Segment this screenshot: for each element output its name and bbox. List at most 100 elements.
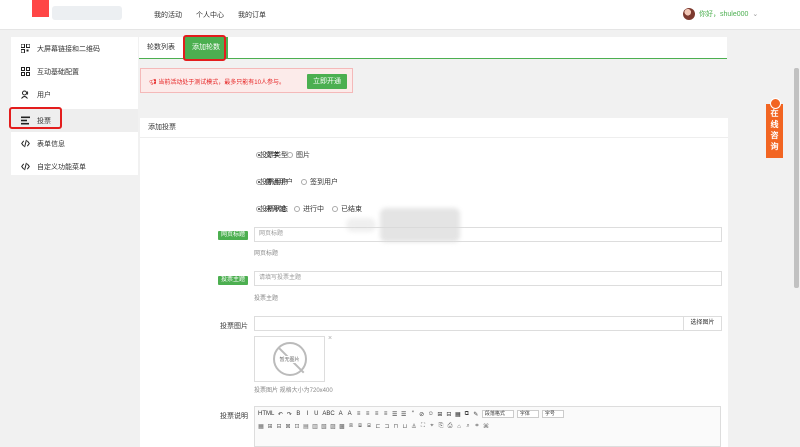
user-menu[interactable]: 你好，shule000 ⌄	[683, 8, 758, 20]
editor-select[interactable]: 字体	[516, 410, 539, 418]
sidebar-item-users[interactable]: 用户	[11, 83, 138, 106]
editor-tool-button[interactable]: ⧉	[464, 411, 470, 418]
nav-personal-center[interactable]: 个人中心	[196, 10, 224, 20]
editor-tool-button[interactable]: A	[347, 411, 353, 417]
tab-round-list[interactable]: 轮数列表	[139, 37, 183, 59]
vote-type-radio-group: 文字 图片	[256, 150, 318, 160]
panel-title: 添加投票	[140, 118, 728, 138]
sidebar-item-interaction-config[interactable]: 互动基础配置	[11, 60, 138, 83]
editor-tool-button[interactable]: ▤	[303, 423, 309, 430]
chevron-down-icon[interactable]: ⌄	[752, 10, 758, 18]
vote-subject-input[interactable]: 请填写投票主题	[254, 271, 722, 286]
editor-tool-button[interactable]: ▩	[339, 423, 345, 430]
editor-tool-button[interactable]: ⎙	[447, 423, 453, 430]
user-greeting[interactable]: 你好，shule000	[699, 9, 748, 19]
editor-tool-button[interactable]: ⧈	[348, 423, 354, 430]
editor-tool-button[interactable]: A	[338, 411, 344, 417]
vote-user-normal-radio[interactable]: 普通用户	[256, 177, 293, 187]
highlight-add-round-annotation	[183, 35, 226, 61]
editor-tool-button[interactable]: “	[410, 411, 416, 417]
editor-tool-button[interactable]: ▦	[258, 423, 264, 430]
rich-text-editor[interactable]: HTML ↶ ↷ B I U ABC A A ≡ ≡ ≡ ≡ ☰ ☰ “⊘ ☺ ⊞ ⊟ ▦ ⧉ ✎ 段落格式 字体 字号 ▦ ⊞ ⊟…	[254, 406, 721, 447]
editor-tool-button[interactable]: U	[313, 411, 319, 417]
code-icon	[21, 139, 30, 148]
editor-tool-button[interactable]: ⊡	[294, 423, 300, 430]
sidebar-item-label: 自定义功能菜单	[37, 163, 86, 171]
editor-tool-button[interactable]: ⌂	[456, 424, 462, 430]
scrollbar-thumb[interactable]	[794, 68, 799, 288]
editor-select[interactable]: 字号	[541, 410, 564, 418]
avatar[interactable]	[683, 8, 695, 20]
qrcode-icon	[21, 44, 30, 53]
editor-tool-button[interactable]: ☺	[428, 411, 434, 417]
select-image-button[interactable]: 选择图片	[683, 316, 722, 331]
activate-now-button[interactable]: 立即开通	[307, 74, 347, 89]
editor-tool-button[interactable]: ⊠	[285, 423, 291, 430]
editor-tool-button[interactable]: ⌗	[474, 423, 480, 430]
highlight-vote-annotation	[9, 107, 62, 129]
sidebar-item-form-info[interactable]: 表单信息	[11, 132, 138, 155]
editor-tool-button[interactable]: ⧆	[366, 423, 372, 430]
editor-tool-button[interactable]: ⌘	[483, 423, 489, 430]
vote-user-radio-group: 普通用户 签到用户	[256, 177, 346, 187]
logo[interactable]	[32, 0, 49, 17]
editor-tool-button[interactable]: ↶	[277, 411, 283, 418]
vote-status-not-started-radio[interactable]: 未开始	[256, 204, 286, 214]
editor-tool-button[interactable]: ≡	[356, 411, 362, 417]
editor-toolbar-row1: HTML ↶ ↷ B I U ABC A A ≡ ≡ ≡ ≡ ☰ ☰ “⊘ ☺ ⊞ ⊟ ▦ ⧉ ✎ 段落格式 字体 字号	[258, 410, 564, 418]
vote-status-ended-radio[interactable]: 已结束	[332, 204, 362, 214]
nav-my-orders[interactable]: 我的订单	[238, 10, 266, 20]
page-scrollbar[interactable]	[793, 30, 800, 447]
vote-type-text-radio[interactable]: 文字	[256, 150, 279, 160]
test-mode-notice: 📢︎ 当前活动处于测试模式，最多只能有10人参与。 立即开通	[140, 68, 353, 93]
editor-tool-button[interactable]: ⊓	[393, 423, 399, 430]
vote-status-ongoing-radio[interactable]: 进行中	[294, 204, 324, 214]
vote-image-url-input[interactable]	[254, 316, 684, 331]
editor-tool-button[interactable]: ⊏	[375, 423, 381, 430]
editor-tool-button[interactable]: B	[295, 411, 301, 417]
editor-tool-button[interactable]: ⌕	[465, 423, 471, 430]
editor-tool-button[interactable]: ≡	[365, 411, 371, 417]
close-icon[interactable]: ×	[328, 335, 332, 342]
vote-desc-label: 投票说明	[220, 413, 248, 420]
page-title-input[interactable]: 网页标题	[254, 227, 722, 242]
nav-my-activities[interactable]: 我的活动	[154, 10, 182, 20]
editor-tool-button[interactable]: ▦	[455, 411, 461, 418]
sidebar-item-qrcode[interactable]: 大屏幕链接和二维码	[11, 37, 138, 60]
editor-tool-button[interactable]: ☰	[392, 411, 398, 418]
vote-image-help: 投票图片 规格大小为720x400	[254, 388, 333, 394]
editor-select[interactable]: 段落格式	[481, 410, 514, 418]
editor-tool-button[interactable]: ☰	[401, 411, 407, 418]
editor-tool-button[interactable]: ▧	[321, 423, 327, 430]
editor-tool-button[interactable]: ↷	[286, 411, 292, 418]
sidebar-item-label: 表单信息	[37, 140, 65, 148]
vote-user-signed-radio[interactable]: 签到用户	[301, 177, 338, 187]
editor-tool-button[interactable]: ABC	[322, 411, 334, 417]
editor-tool-button[interactable]: ⊞	[437, 411, 443, 418]
editor-tool-button[interactable]: ⊟	[276, 423, 282, 430]
editor-tool-button[interactable]: ⎘	[438, 423, 444, 430]
online-consult-button[interactable]: 在线咨询	[766, 98, 783, 158]
editor-tool-button[interactable]: ⌖	[429, 423, 435, 430]
editor-tool-button[interactable]: ⚓	[411, 423, 417, 430]
editor-tool-button[interactable]: ▨	[330, 423, 336, 430]
editor-tool-button[interactable]: ⛶	[420, 423, 426, 430]
code-icon	[21, 162, 30, 171]
sidebar-item-custom-menu[interactable]: 自定义功能菜单	[11, 155, 138, 178]
editor-tool-button[interactable]: ⊟	[446, 411, 452, 418]
sidebar-item-label: 用户	[37, 91, 51, 99]
top-nav: 我的活动 个人中心 我的订单	[154, 10, 266, 20]
editor-tool-button[interactable]: ⊞	[267, 423, 273, 430]
editor-tool-button[interactable]: ⊔	[402, 423, 408, 430]
editor-tool-button[interactable]: ⊐	[384, 423, 390, 430]
editor-tool-button[interactable]: ⧇	[357, 423, 363, 430]
editor-tool-button[interactable]: HTML	[258, 411, 274, 417]
vote-type-image-radio[interactable]: 图片	[287, 150, 310, 160]
editor-tool-button[interactable]: ⊘	[419, 411, 425, 418]
editor-tool-button[interactable]: ≡	[374, 411, 380, 417]
editor-tool-button[interactable]: ▥	[312, 423, 318, 430]
editor-tool-button[interactable]: ✎	[473, 411, 479, 418]
editor-tool-button[interactable]: I	[304, 411, 310, 417]
editor-tool-button[interactable]: ≡	[383, 411, 389, 417]
vote-subject-help: 投票主题	[254, 296, 279, 302]
